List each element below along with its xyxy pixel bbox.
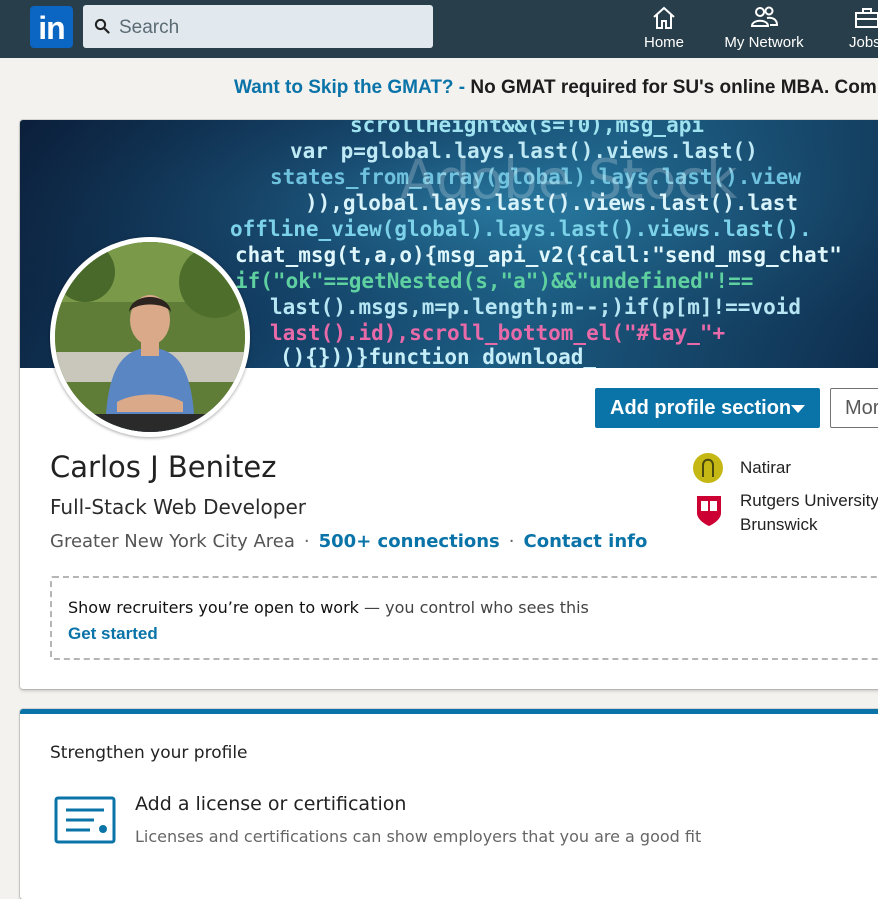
add-profile-section-button[interactable]: Add profile section <box>595 388 820 428</box>
person-photo <box>55 242 245 432</box>
open-to-work-text: Show recruiters you’re open to work — yo… <box>68 598 589 617</box>
top-nav-bar: in Home My Network Jobs <box>0 0 878 58</box>
profile-location: Greater New York City Area <box>50 531 295 552</box>
banner-watermark: Adobe Stock <box>400 148 738 211</box>
nav-my-network[interactable]: My Network <box>720 0 808 58</box>
banner-code-line: if("ok"==getNested(s,"a")&&"undefined"!=… <box>235 269 753 293</box>
open-to-work-box: Show recruiters you’re open to work — yo… <box>50 576 878 660</box>
banner-code-line: scrollHeight&&(s=!0),msg_api <box>350 120 704 137</box>
banner-code-line: (){}))}function download_ <box>280 345 596 368</box>
current-company[interactable]: Natirar <box>740 458 791 478</box>
get-started-link[interactable]: Get started <box>68 624 158 644</box>
add-profile-section-label: Add profile section <box>610 396 792 419</box>
separator: · <box>508 531 515 552</box>
nav-jobs-label: Jobs <box>849 34 878 51</box>
education-line-1[interactable]: Rutgers University <box>740 491 878 511</box>
separator: · <box>303 531 310 552</box>
certification-description: Licenses and certifications can show emp… <box>135 827 702 846</box>
jobs-icon <box>855 8 878 28</box>
add-certification-link[interactable]: Add a license or certification <box>135 793 406 815</box>
open-to-work-title: Show recruiters you’re open to work <box>68 598 359 617</box>
linkedin-logo[interactable]: in <box>30 6 73 48</box>
profile-headline: Full-Stack Web Developer <box>50 495 306 519</box>
nav-jobs[interactable]: Jobs <box>842 0 878 58</box>
natirar-logo-icon <box>702 458 714 477</box>
banner-code-line: last().id),scroll_bottom_el("#lay_"+ <box>270 321 725 345</box>
profile-photo[interactable] <box>50 237 250 437</box>
banner-code-line: last().msgs,m=p.length;m--;)if(p[m]!==vo… <box>270 295 801 319</box>
network-icon <box>750 6 778 27</box>
banner-code-line: offline_view(global).lays.last().views.l… <box>230 217 812 241</box>
strengthen-profile-card: Strengthen your profile Add a license or… <box>20 709 878 899</box>
home-icon <box>653 6 675 29</box>
more-button[interactable]: More <box>830 388 878 428</box>
profile-meta: Greater New York City Area · 500+ connecti… <box>50 531 647 552</box>
open-to-work-subtitle: — you control who sees this <box>358 598 589 617</box>
nav-home-label: Home <box>643 34 684 51</box>
avatar <box>55 242 245 432</box>
ad-banner[interactable]: Want to Skip the GMAT? - No GMAT require… <box>234 77 878 99</box>
nav-my-network-label: My Network <box>724 34 804 51</box>
ad-link[interactable]: Want to Skip the GMAT? - <box>234 77 465 98</box>
search-box[interactable] <box>83 5 433 50</box>
connections-link[interactable]: 500+ connections <box>319 531 500 552</box>
card-accent-bar <box>20 709 878 714</box>
banner-code-line: chat_msg(t,a,o){msg_api_v2({call:"send_m… <box>235 243 842 267</box>
company-logo[interactable] <box>693 453 723 483</box>
school-shield-icon[interactable] <box>696 495 722 527</box>
search-input[interactable] <box>117 5 421 50</box>
search-icon <box>94 18 110 34</box>
caret-down-icon <box>791 405 805 413</box>
strengthen-title: Strengthen your profile <box>50 743 248 763</box>
profile-card: scrollHeight&&(s=!0),msg_api var p=globa… <box>20 120 878 689</box>
ad-text: No GMAT required for SU's online MBA. Co… <box>465 77 878 98</box>
contact-info-link[interactable]: Contact info <box>524 531 648 552</box>
nav-home[interactable]: Home <box>638 0 690 58</box>
education-line-2[interactable]: Brunswick <box>740 515 817 535</box>
profile-name: Carlos J Benitez <box>50 450 277 484</box>
certificate-icon <box>54 796 116 844</box>
